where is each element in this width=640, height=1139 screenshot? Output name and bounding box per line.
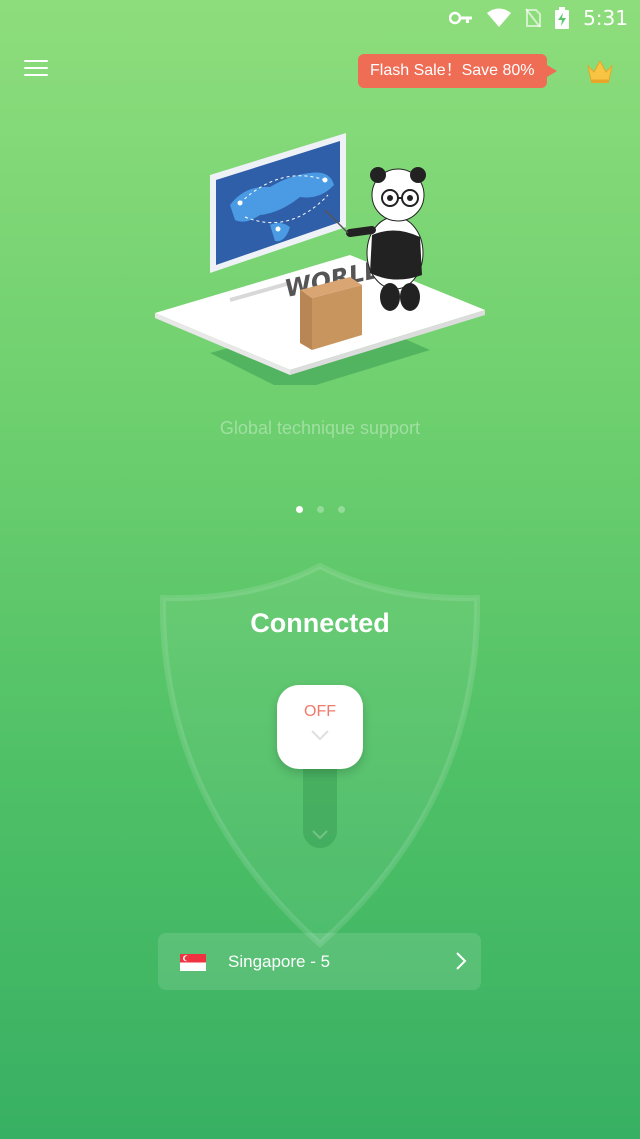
crown-icon[interactable] [586, 58, 614, 84]
chevron-right-icon [456, 952, 467, 970]
carousel-dot[interactable] [295, 506, 303, 513]
menu-icon[interactable] [24, 60, 48, 80]
carousel-dot[interactable] [337, 506, 345, 513]
singapore-flag-icon [180, 954, 206, 971]
chevron-down-icon [312, 830, 328, 840]
connection-status: Connected [250, 608, 390, 638]
chevron-down-icon [311, 730, 329, 741]
status-bar: 5:31 [0, 0, 640, 36]
connection-toggle-button[interactable]: OFF [277, 685, 363, 769]
world-support-illustration: WORLD [155, 133, 485, 385]
battery-charging-icon [555, 7, 570, 29]
flash-sale-button[interactable]: Flash Sale！Save 80% [358, 54, 557, 88]
wifi-icon [487, 8, 512, 27]
clock: 5:31 [583, 6, 628, 30]
toggle-label: OFF [304, 703, 336, 720]
status-icons: 5:31 [449, 6, 628, 30]
server-selector[interactable]: Singapore - 5 [158, 933, 481, 990]
no-sim-icon [525, 8, 542, 28]
server-name: Singapore - 5 [228, 952, 331, 971]
carousel-dot[interactable] [316, 506, 324, 513]
key-icon [449, 11, 473, 25]
carousel-caption: Global technique support [219, 418, 421, 438]
carousel-indicator [0, 506, 640, 513]
